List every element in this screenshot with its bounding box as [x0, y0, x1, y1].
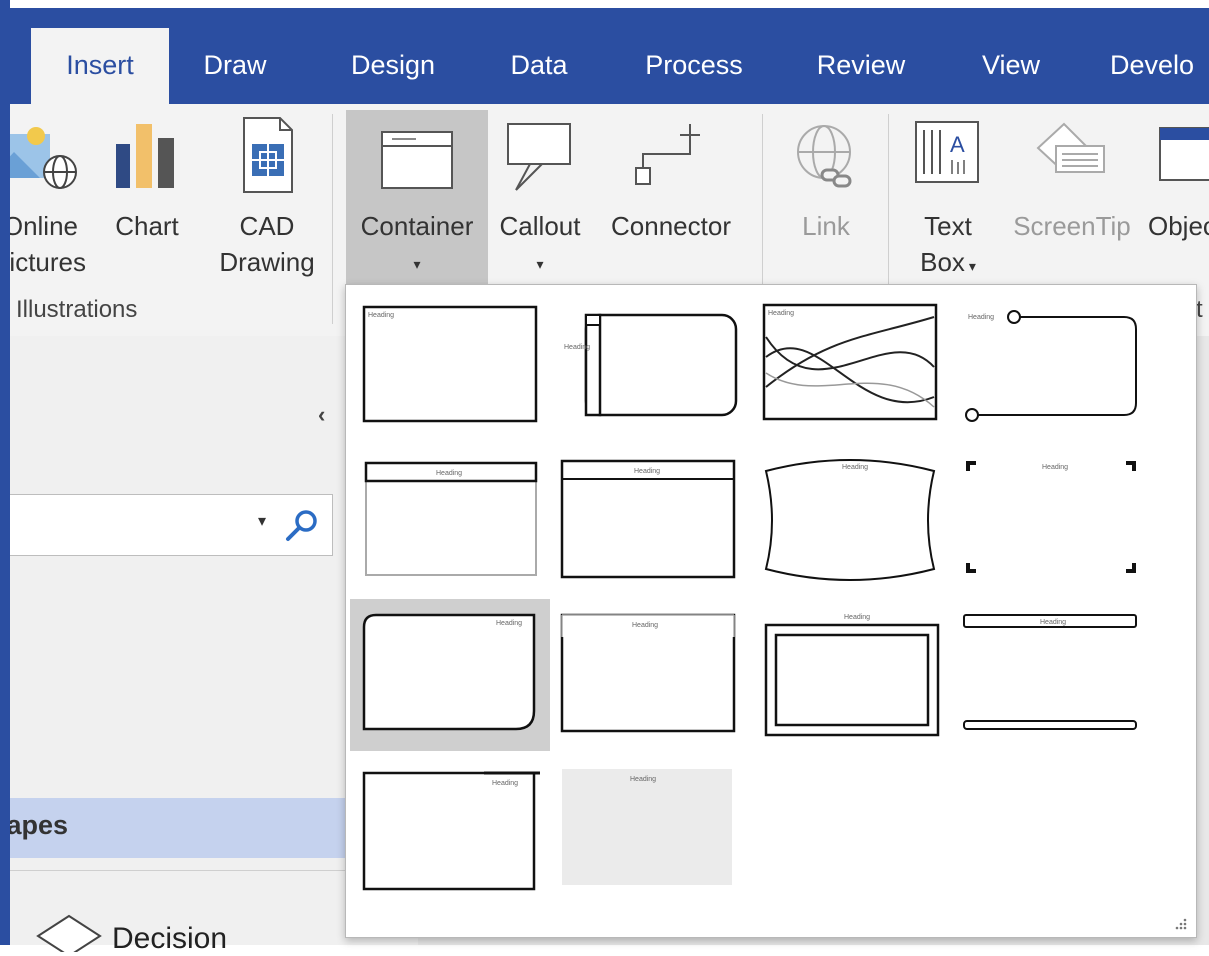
resize-grip-icon[interactable] [1174, 917, 1188, 931]
callout-icon [507, 123, 571, 191]
container-heading: Heading [368, 312, 394, 319]
collapse-pane-chevron-icon[interactable]: ‹ [318, 402, 325, 428]
online-pictures-label-2: Pictures [0, 247, 86, 277]
container-style-alternating[interactable]: Heading [560, 297, 750, 439]
container-gallery: Heading Heading Heading Heading Heading … [345, 284, 1197, 938]
object-button[interactable]: Object [1144, 116, 1209, 286]
group-label-illustrations: Illustrations [16, 296, 138, 323]
window-top-frame [0, 0, 1209, 8]
container-heading: Heading [564, 344, 590, 351]
cad-label-2: Drawing [219, 247, 315, 277]
decision-shape-icon[interactable] [34, 912, 104, 952]
tab-developer[interactable]: Develo [1110, 26, 1209, 104]
object-label: Object [1148, 211, 1209, 241]
container-style-top-right-heading[interactable]: Heading [354, 763, 544, 905]
container-heading: Heading [492, 780, 518, 787]
text-box-label-2: Box ▾ [920, 247, 976, 277]
tab-review[interactable]: Review [806, 26, 916, 104]
cad-drawing-button[interactable]: CAD Drawing [212, 116, 322, 286]
connector-icon [635, 124, 700, 185]
decision-shape-label: Decision [112, 922, 228, 955]
container-heading: Heading [496, 620, 522, 627]
container-heading: Heading [1042, 464, 1068, 471]
online-pictures-button[interactable]: Online Pictures [0, 116, 92, 286]
tab-view[interactable]: View [970, 26, 1052, 104]
window-left-frame [0, 0, 10, 945]
container-style-banner[interactable]: Heading [354, 451, 544, 593]
tab-process[interactable]: Process [630, 26, 758, 104]
screentip-button[interactable]: ScreenTip [1004, 116, 1140, 286]
container-heading: Heading [844, 614, 870, 621]
connector-button[interactable]: Connector [598, 116, 744, 286]
container-heading: Heading [634, 468, 660, 475]
tab-data[interactable]: Data [500, 26, 578, 104]
tab-draw[interactable]: Draw [192, 26, 278, 104]
shapes-stencil-title: Shapes [6, 810, 69, 840]
container-heading: Heading [630, 776, 656, 783]
container-style-classic[interactable]: Heading [354, 297, 544, 439]
container-dropdown-arrow-icon: ▾ [413, 256, 421, 272]
text-box-icon: A [915, 121, 979, 183]
callout-dropdown-arrow-icon: ▾ [536, 256, 544, 272]
container-style-header-bar[interactable]: Heading [554, 451, 744, 593]
container-style-bars[interactable]: Heading [958, 605, 1148, 747]
container-label: Container [360, 211, 474, 241]
group-label-text: t [1196, 296, 1203, 323]
text-box-label-1: Text [924, 211, 972, 241]
search-shapes-input[interactable]: ▾ [10, 494, 333, 556]
object-icon [1159, 127, 1209, 181]
container-style-rounded-selected[interactable]: Heading [350, 599, 550, 751]
container-style-pinned[interactable]: Heading [958, 297, 1148, 439]
link-icon [797, 125, 852, 188]
container-heading: Heading [1040, 619, 1066, 626]
chart-icon [116, 124, 174, 188]
text-box-button[interactable]: A Text Box ▾ [902, 116, 994, 286]
svg-text:A: A [950, 132, 965, 157]
link-label: Link [802, 211, 850, 241]
screentip-icon [1036, 122, 1105, 173]
container-style-wave[interactable]: Heading [758, 297, 948, 439]
ribbon-separator [888, 114, 889, 284]
tab-design[interactable]: Design [336, 26, 450, 104]
pane-divider [10, 870, 346, 871]
search-icon[interactable] [284, 507, 320, 543]
container-style-tab-edge[interactable]: Heading [554, 605, 744, 747]
connector-label: Connector [611, 211, 731, 241]
online-pictures-label-1: Online [2, 211, 78, 241]
ribbon-separator [762, 114, 763, 284]
search-dropdown-arrow-icon[interactable]: ▾ [258, 511, 266, 531]
shapes-stencil-header[interactable]: Shapes [10, 798, 346, 858]
ribbon-separator [332, 114, 333, 324]
container-style-curved[interactable]: Heading [758, 451, 948, 593]
container-button[interactable]: Container ▾ [346, 110, 488, 284]
screentip-label: ScreenTip [1013, 211, 1131, 241]
callout-label: Callout [499, 211, 581, 241]
container-heading: Heading [768, 310, 794, 317]
container-icon [381, 131, 453, 189]
container-style-shaded[interactable]: Heading [560, 767, 750, 909]
online-pictures-icon [0, 127, 77, 189]
chart-button[interactable]: Chart [104, 116, 190, 286]
cad-label-1: CAD [239, 211, 295, 241]
container-heading: Heading [842, 464, 868, 471]
callout-button[interactable]: Callout ▾ [490, 116, 590, 286]
tab-insert[interactable]: Insert [31, 28, 169, 104]
container-style-corners[interactable]: Heading [958, 451, 1148, 593]
container-style-double-frame[interactable]: Heading [760, 605, 950, 747]
link-button[interactable]: Link [776, 116, 876, 286]
container-heading: Heading [436, 470, 462, 477]
cad-drawing-icon [243, 117, 293, 193]
chart-label: Chart [115, 211, 179, 241]
ribbon-tab-bar: Insert Draw Design Data Process Review V… [0, 8, 1209, 104]
container-heading: Heading [968, 314, 994, 321]
container-heading: Heading [632, 622, 658, 629]
